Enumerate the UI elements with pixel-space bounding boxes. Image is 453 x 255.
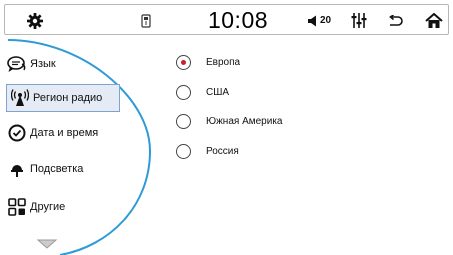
volume-level: 20 [319,15,332,26]
radio-button[interactable] [176,143,191,159]
option-usa[interactable]: США [176,82,229,102]
settings-sidebar: Язык Регион радио Дата и время Подсветка… [0,36,160,255]
sidebar-item-backlight[interactable]: Подсветка [6,155,83,183]
grid-icon [6,196,28,218]
speech-bubble-icon [6,53,28,75]
radio-antenna-icon [9,87,31,109]
sidebar-item-label: Язык [30,58,56,70]
clock-icon [6,122,28,144]
radio-button-selected[interactable] [176,54,191,70]
sidebar-item-date-time[interactable]: Дата и время [6,119,98,147]
radio-region-options: Европа США Южная Америка Россия [170,36,450,255]
sidebar-item-label: Подсветка [30,163,84,175]
sidebar-item-label: Регион радио [33,92,103,104]
radio-button[interactable] [176,84,191,100]
clock-time: 10:08 [207,7,269,33]
usb-drive-icon [138,5,154,36]
settings-gear-icon[interactable] [21,5,49,36]
sidebar-item-label: Дата и время [30,127,99,139]
option-label: США [206,86,230,98]
radio-button[interactable] [176,113,191,129]
sidebar-item-radio-region[interactable]: Регион радио [6,84,120,112]
option-europe[interactable]: Европа [176,52,240,72]
scroll-down-chevron-icon[interactable] [36,238,58,250]
speaker-icon [307,15,316,26]
option-label: Южная Америка [206,115,283,127]
sidebar-item-other[interactable]: Другие [6,193,65,221]
sidebar-item-language[interactable]: Язык [6,50,56,78]
home-icon[interactable] [422,5,446,36]
lamp-icon [6,158,28,180]
option-label: Россия [206,145,239,157]
option-russia[interactable]: Россия [176,141,239,161]
sidebar-item-label: Другие [30,201,66,213]
equalizer-icon[interactable] [348,5,370,36]
option-label: Европа [206,56,241,68]
option-south-america[interactable]: Южная Америка [176,111,282,131]
back-arrow-icon[interactable] [384,5,406,36]
settings-screen: 10:08 20 Язык Регион радио Дата и время … [0,0,453,255]
volume-indicator[interactable]: 20 [299,5,339,36]
status-bar: 10:08 20 [4,4,449,35]
